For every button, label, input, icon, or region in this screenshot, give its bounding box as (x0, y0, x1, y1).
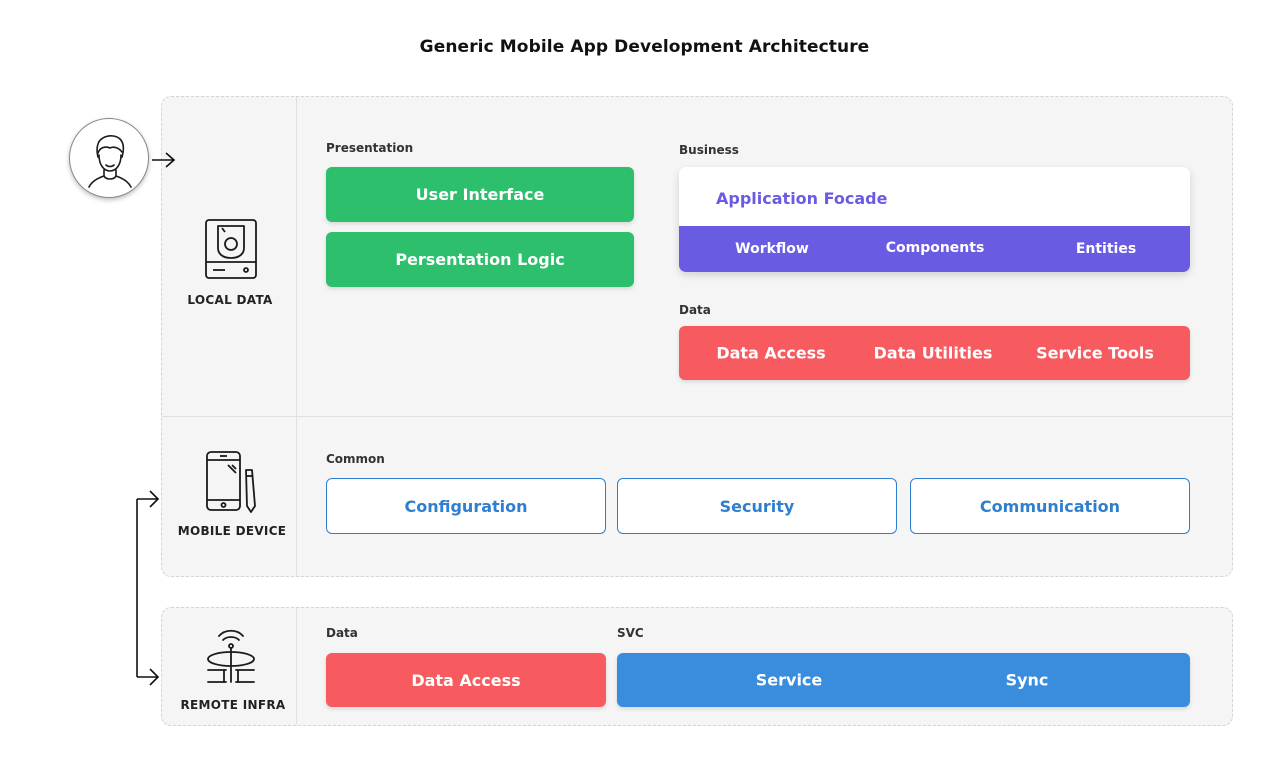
row-label-mobile-device: MOBILE DEVICE (177, 524, 287, 538)
user-arrow (152, 152, 176, 168)
user-interface-block: User Interface (326, 167, 634, 222)
user-icon (88, 135, 132, 188)
remote-infra-icon (207, 629, 255, 683)
workflow-label: Workflow (735, 241, 809, 257)
service-label: Service (755, 670, 823, 690)
communication-block: Communication (910, 478, 1190, 534)
section-label-presentation: Presentation (326, 141, 414, 155)
business-block: Application Focade Workflow Components E… (679, 167, 1190, 272)
sync-label: Sync (1005, 670, 1049, 690)
remote-data-access-block: Data Access (326, 653, 606, 707)
application-facade-label: Application Focade (716, 189, 888, 208)
row-label-remote-infra: REMOTE INFRA (180, 698, 286, 712)
local-data-icon (205, 219, 257, 279)
data-layer-block: Data Access Data Utilities Service Tools (679, 326, 1190, 380)
security-block: Security (617, 478, 897, 534)
svc-block: Service Sync (617, 653, 1190, 707)
diagram-title: Generic Mobile App Development Architect… (419, 37, 870, 57)
panel-divider-horizontal (162, 416, 1232, 417)
presentation-logic-block: Persentation Logic (326, 232, 634, 287)
service-tools-label: Service Tools (1036, 343, 1154, 363)
data-utilities-label: Data Utilities (873, 343, 993, 363)
device-remote-connector (136, 490, 160, 686)
section-label-common: Common (326, 452, 385, 466)
mobile-device-icon (206, 451, 256, 513)
data-access-label: Data Access (716, 343, 826, 363)
panel-divider-vertical (296, 97, 297, 576)
section-label-business: Business (679, 143, 739, 157)
entities-label: Entities (1075, 241, 1137, 257)
section-label-data-remote: Data (326, 626, 358, 640)
row-label-local-data: LOCAL DATA (187, 293, 273, 307)
configuration-block: Configuration (326, 478, 606, 534)
components-label: Components (885, 240, 985, 256)
section-label-data-top: Data (679, 303, 711, 317)
section-label-svc: SVC (617, 626, 644, 640)
business-components-bar: Workflow Components Entities (679, 226, 1190, 272)
user-avatar (69, 118, 149, 198)
remote-divider-vertical (296, 608, 297, 725)
